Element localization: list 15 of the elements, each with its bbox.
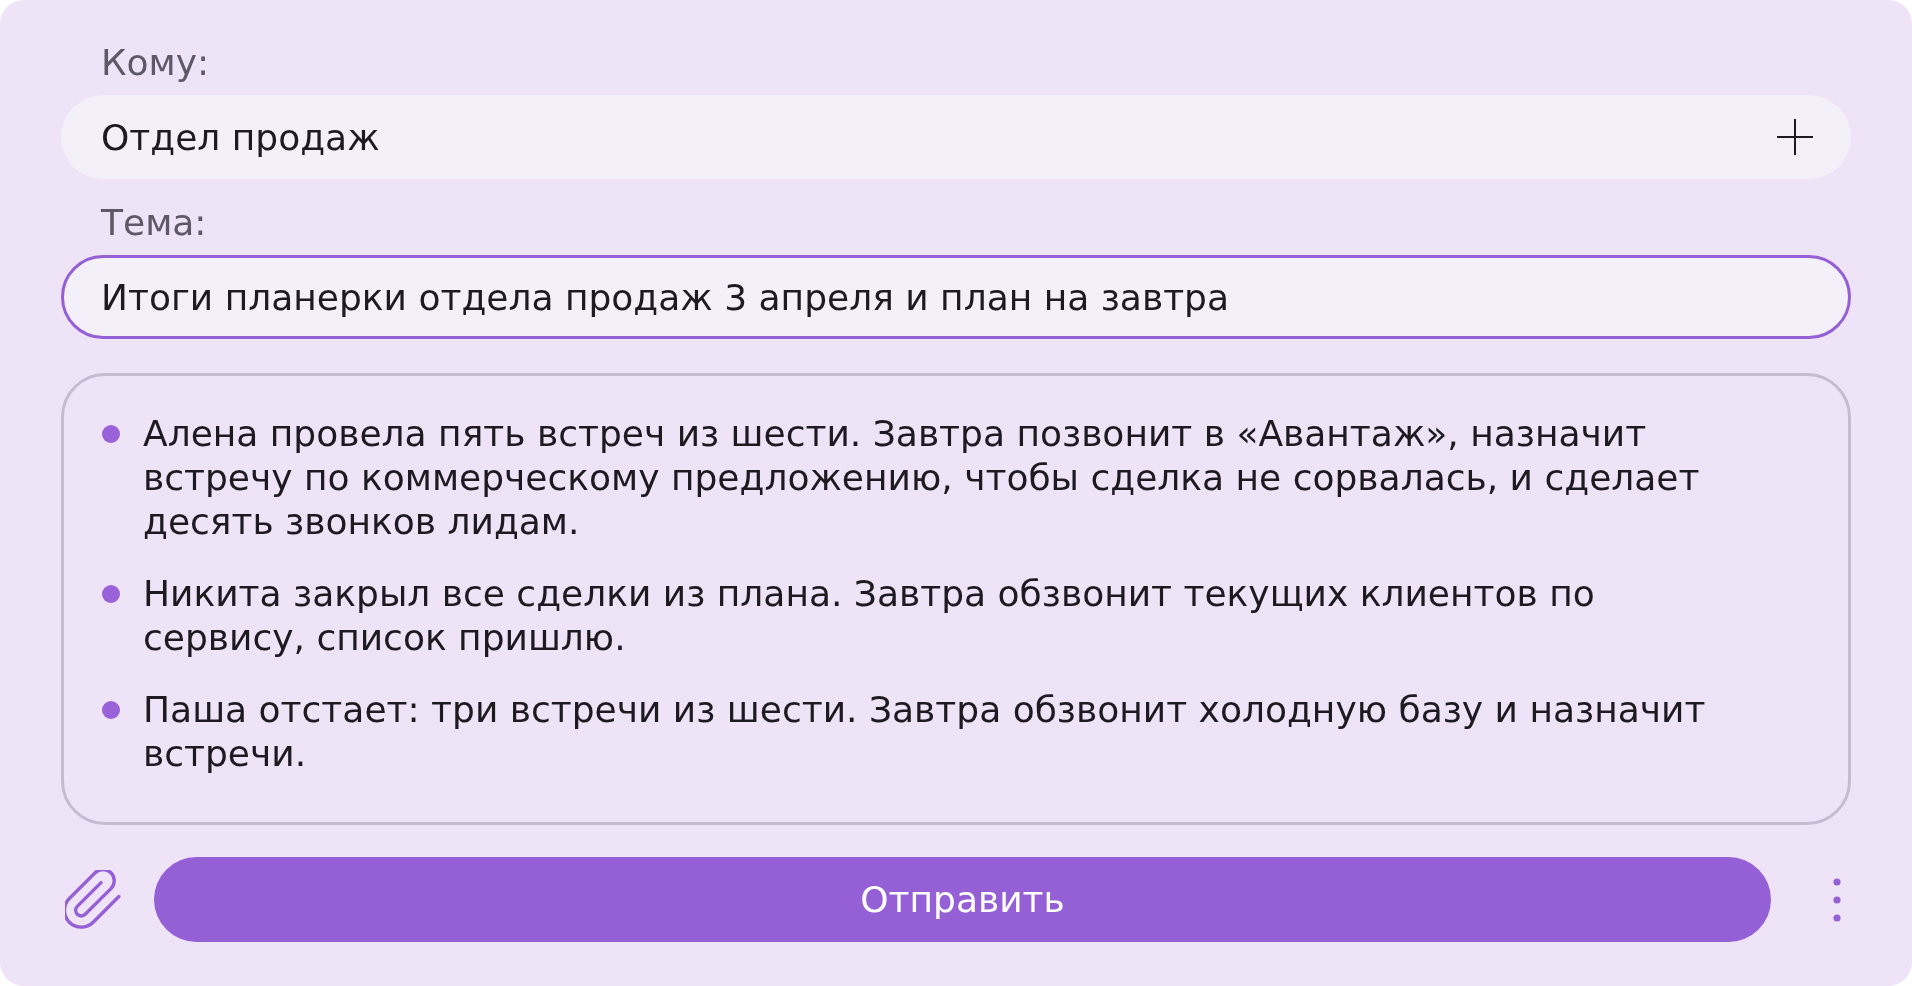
more-vertical-icon[interactable]	[1833, 877, 1841, 922]
bullet-dot-icon	[102, 585, 120, 603]
list-item-text: Паша отстает: три встречи из шести. Завтра обзвонит холодную базу и назначит встречи.	[143, 688, 1707, 776]
list-item-text: Алена провела пять встреч из шести. Завтра позвонит в «Авантаж», назначит встречу по коммерческому предложению, чтобы сделка не сорвалась, и сделает десять звонков лидам.	[143, 412, 1701, 544]
subject-field[interactable]: Итоги планерки отдела продаж 3 апреля и план на завтра	[61, 255, 1851, 339]
list-item-text: Никита закрыл все сделки из плана. Завтра обзвонит текущих клиентов по сервису, список пришлю.	[143, 572, 1596, 660]
field-label: Тема:	[100, 201, 208, 245]
bullet-dot-icon	[102, 701, 120, 719]
field-label: Кому:	[100, 41, 211, 85]
send-button[interactable]: Отправить	[154, 857, 1771, 942]
recipient-field[interactable]: Отдел продаж	[61, 95, 1851, 179]
bullet-dot-icon	[102, 425, 120, 443]
message-editor[interactable]	[61, 373, 1851, 825]
paperclip-icon[interactable]	[65, 869, 121, 930]
plus-icon[interactable]	[1777, 119, 1813, 155]
